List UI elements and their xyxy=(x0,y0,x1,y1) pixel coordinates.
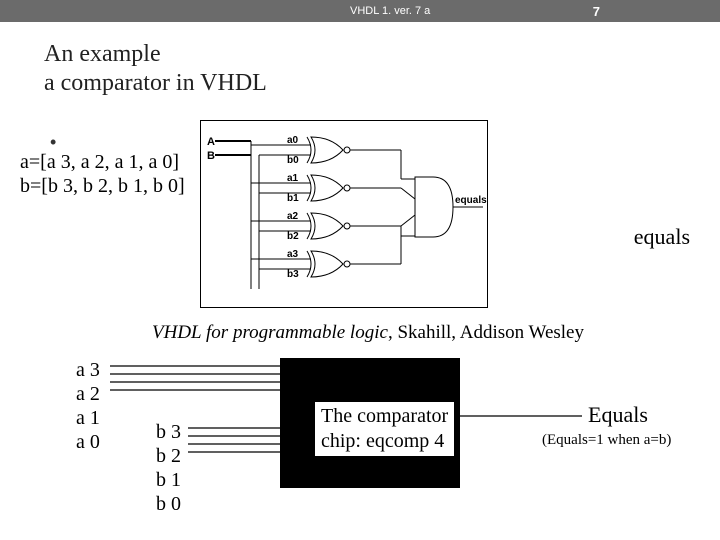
circuit-svg: A B a0 b0 a1 b1 xyxy=(201,121,489,309)
circuit-diagram: A B a0 b0 a1 b1 xyxy=(200,120,488,308)
chip-label: The comparator chip: eqcomp 4 xyxy=(315,402,454,456)
bus-b-label: B xyxy=(207,150,215,162)
input-vectors: a=[a 3, a 2, a 1, a 0] b=[b 3, b 2, b 1,… xyxy=(20,150,185,198)
output-name: Equals xyxy=(588,402,648,428)
svg-text:b1: b1 xyxy=(287,193,299,204)
svg-text:a0: a0 xyxy=(287,135,299,146)
xnor-gate-3: a3 b3 xyxy=(251,249,401,280)
svg-text:a3: a3 xyxy=(287,249,299,260)
citation: VHDL for programmable logic, Skahill, Ad… xyxy=(152,322,584,344)
sig-a2: a 2 xyxy=(76,382,100,406)
sig-a1: a 1 xyxy=(76,406,100,430)
sig-a0: a 0 xyxy=(76,430,100,454)
xnor-gate-0: a0 b0 xyxy=(251,135,401,166)
xnor-gate-1: a1 b1 xyxy=(251,173,401,204)
title-line-1: An example xyxy=(44,40,720,69)
xnor-gate-2: a2 b2 xyxy=(251,211,401,242)
title-line-2: a comparator in VHDL xyxy=(44,69,720,98)
svg-text:equals: equals xyxy=(455,195,487,206)
slide-header: VHDL 1. ver. 7 a 7 xyxy=(0,0,720,22)
input-a: a=[a 3, a 2, a 1, a 0] xyxy=(20,150,185,174)
output-note: (Equals=1 when a=b) xyxy=(542,432,671,449)
slide-title: An example a comparator in VHDL xyxy=(44,40,720,98)
svg-text:a1: a1 xyxy=(287,173,299,184)
header-version: VHDL 1. ver. 7 a xyxy=(350,5,430,17)
svg-text:b3: b3 xyxy=(287,269,299,280)
citation-title: VHDL for programmable logic xyxy=(152,322,388,343)
equals-label: equals xyxy=(634,224,690,250)
chip-line-2: chip: eqcomp 4 xyxy=(321,429,448,454)
signal-a-labels: a 3 a 2 a 1 a 0 xyxy=(76,358,100,454)
svg-text:b2: b2 xyxy=(287,231,299,242)
bus-a-label: A xyxy=(207,136,215,148)
header-page-number: 7 xyxy=(593,4,600,19)
citation-rest: , Skahill, Addison Wesley xyxy=(388,322,584,343)
and-gate: equals xyxy=(401,150,487,264)
input-b: b=[b 3, b 2, b 1, b 0] xyxy=(20,174,185,198)
chip-line-1: The comparator xyxy=(321,404,448,429)
block-diagram: a 3 a 2 a 1 a 0 b 3 b 2 b 1 b 0 The comp… xyxy=(40,348,680,518)
svg-text:b0: b0 xyxy=(287,155,299,166)
svg-text:a2: a2 xyxy=(287,211,299,222)
sig-a3: a 3 xyxy=(76,358,100,382)
